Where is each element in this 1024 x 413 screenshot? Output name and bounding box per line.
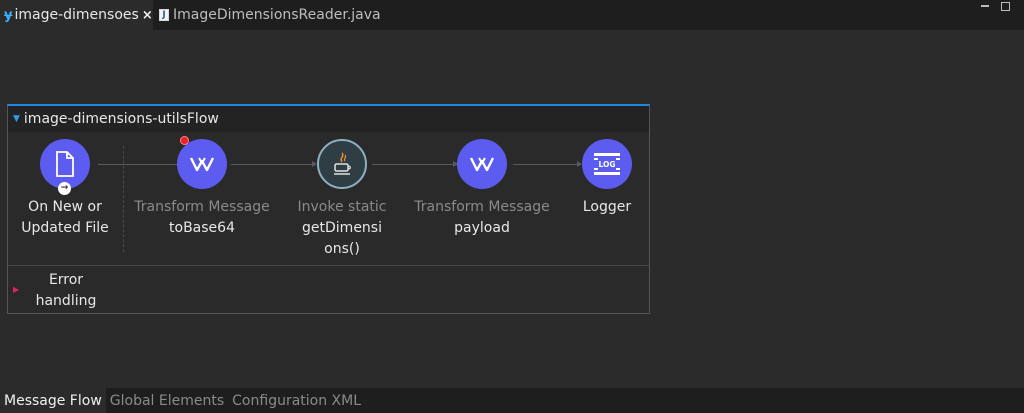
logger-circle[interactable]: LOG [582, 139, 632, 189]
breakpoint-icon[interactable] [180, 136, 189, 145]
expand-triangle-icon[interactable]: ▶ [13, 285, 19, 294]
node-transform-message-tobase64[interactable]: Transform Message toBase64 [132, 136, 272, 239]
file-listener-circle[interactable]: → [40, 139, 90, 195]
dataweave-icon [190, 157, 214, 172]
node-transform-message-payload[interactable]: Transform Message payload [412, 139, 552, 239]
transform-circle[interactable] [457, 139, 507, 189]
maximize-icon[interactable] [1001, 2, 1010, 11]
node-label: On New or Updated File [21, 199, 109, 236]
error-handling-label: Error handling [35, 272, 97, 309]
file-icon [56, 151, 74, 177]
window-controls [979, 1, 1010, 11]
tab-image-dimensoes[interactable]: ɏ image-dimensoes × [0, 0, 153, 30]
node-on-new-or-updated-file[interactable]: → On New or Updated File [0, 139, 135, 239]
tab-label: image-dimensoes [14, 7, 139, 23]
node-label: Logger [582, 199, 632, 215]
node-logger[interactable]: LOG Logger [537, 139, 677, 218]
mule-icon: ɏ [4, 7, 13, 23]
flow-body: → On New or Updated File Transform Messa… [8, 132, 649, 265]
log-icon: LOG [594, 153, 620, 175]
flow-name: image-dimensions-utilsFlow [23, 111, 219, 127]
tab-configuration-xml[interactable]: Configuration XML [228, 388, 365, 413]
editor-bottom-tabs: Message Flow Global Elements Configurati… [0, 388, 1024, 413]
minimize-icon[interactable] [979, 1, 991, 11]
editor-tab-bar: ɏ image-dimensoes × J ImageDimensionsRea… [0, 0, 1024, 30]
error-handling-section[interactable]: ▶ Error handling [8, 266, 128, 314]
close-icon[interactable]: × [142, 8, 153, 23]
node-label: Transform Message payload [414, 199, 550, 236]
flow-header[interactable]: ▼ image-dimensions-utilsFlow [8, 106, 649, 132]
dataweave-icon [470, 157, 494, 172]
java-icon [334, 152, 351, 175]
node-label: Transform Message toBase64 [134, 199, 270, 236]
tab-image-dimensions-reader[interactable]: J ImageDimensionsReader.java [155, 0, 381, 30]
source-arrow-icon: → [58, 182, 71, 195]
tab-global-elements[interactable]: Global Elements [106, 388, 228, 413]
java-file-icon: J [159, 9, 169, 21]
tab-label: ImageDimensionsReader.java [173, 7, 381, 23]
collapse-triangle-icon[interactable]: ▼ [13, 114, 20, 124]
log-badge-text: LOG [598, 160, 615, 169]
node-invoke-static[interactable]: Invoke static getDimensi ons() [272, 139, 412, 260]
flow-container[interactable]: ▼ image-dimensions-utilsFlow → On New or… [7, 104, 650, 314]
transform-circle[interactable] [177, 136, 227, 189]
node-label: Invoke static getDimensi ons() [297, 199, 387, 257]
tab-message-flow[interactable]: Message Flow [0, 388, 106, 413]
invoke-static-circle[interactable] [317, 139, 367, 189]
